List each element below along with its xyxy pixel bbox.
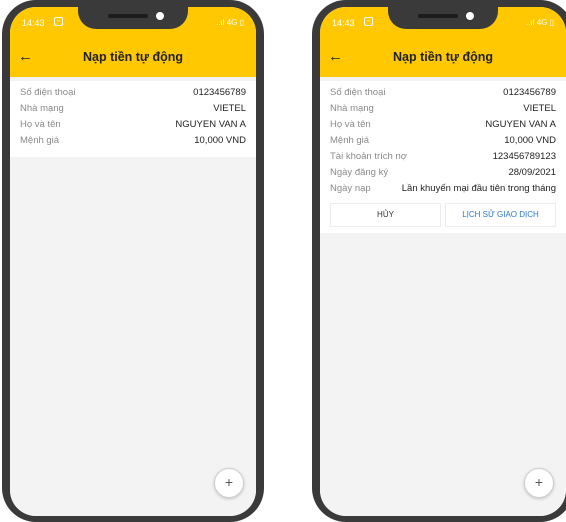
field-value: 10,000 VND [194, 135, 246, 146]
detail-card: Số điện thoại 0123456789 Nhà mạng VIETEL… [10, 81, 256, 157]
content-area: Số điện thoại 0123456789 Nhà mạng VIETEL… [320, 77, 566, 516]
transaction-history-button[interactable]: LỊCH SỬ GIAO DỊCH [445, 203, 556, 227]
field-label: Mệnh giá [20, 135, 60, 146]
list-item: Họ và tên NGUYEN VAN A [20, 119, 246, 131]
page-title: Nạp tiền tự động [392, 50, 493, 64]
phone-frame-right: 14:43 ▫ ..ıl 4G ▯ ← Nạp tiền tự động Số … [312, 0, 566, 522]
field-label: Số điện thoại [330, 87, 386, 98]
field-value: 0123456789 [193, 87, 246, 98]
phone-frame-left: 14:43 ▫ ..ıl 4G ▯ ← Nạp tiền tự động Số … [2, 0, 264, 522]
status-time: 14:43 [22, 18, 45, 28]
notch [388, 7, 498, 29]
speaker [418, 14, 458, 18]
field-value: VIETEL [213, 103, 246, 114]
app-bar: 14:43 ▫ ..ıl 4G ▯ ← Nạp tiền tự động [320, 7, 566, 77]
camera [156, 12, 164, 20]
camera [466, 12, 474, 20]
notification-icon: ▫ [364, 17, 373, 26]
field-label: Họ và tên [330, 119, 371, 130]
field-value: NGUYEN VAN A [485, 119, 556, 130]
field-value: 123456789123 [492, 151, 556, 162]
field-label: Ngày đăng ký [330, 167, 389, 178]
screen-left: 14:43 ▫ ..ıl 4G ▯ ← Nạp tiền tự động Số … [10, 7, 256, 516]
list-item: Họ và tên NGUYEN VAN A [330, 119, 556, 131]
screen-right: 14:43 ▫ ..ıl 4G ▯ ← Nạp tiền tự động Số … [320, 7, 566, 516]
app-bar: 14:43 ▫ ..ıl 4G ▯ ← Nạp tiền tự động [10, 7, 256, 77]
cancel-button[interactable]: HỦY [330, 203, 441, 227]
field-label: Nhà mạng [20, 103, 64, 114]
speaker [108, 14, 148, 18]
list-item: Tài khoản trích nợ 123456789123 [330, 151, 556, 163]
content-area: Số điện thoại 0123456789 Nhà mạng VIETEL… [10, 77, 256, 516]
list-item: Mệnh giá 10,000 VND [330, 135, 556, 147]
field-value: Lần khuyến mại đầu tiên trong tháng [401, 183, 556, 194]
notch [78, 7, 188, 29]
status-time: 14:43 [332, 18, 355, 28]
list-item: Số điện thoại 0123456789 [20, 87, 246, 99]
list-item: Nhà mạng VIETEL [330, 103, 556, 115]
list-item: Mệnh giá 10,000 VND [20, 135, 246, 147]
status-icons: ..ıl 4G ▯ [526, 18, 554, 27]
field-label: Số điện thoại [20, 87, 76, 98]
field-label: Họ và tên [20, 119, 61, 130]
add-button[interactable]: + [214, 468, 244, 498]
page-title: Nạp tiền tự động [82, 50, 183, 64]
field-value: 10,000 VND [504, 135, 556, 146]
add-button[interactable]: + [524, 468, 554, 498]
status-icons: ..ıl 4G ▯ [216, 18, 244, 27]
field-label: Ngày nạp [330, 183, 371, 194]
notification-icon: ▫ [54, 17, 63, 26]
list-item: Nhà mạng VIETEL [20, 103, 246, 115]
list-item: Số điện thoại 0123456789 [330, 87, 556, 99]
field-label: Tài khoản trích nợ [330, 151, 407, 162]
list-item: Ngày đăng ký 28/09/2021 [330, 167, 556, 179]
field-label: Mệnh giá [330, 135, 370, 146]
field-value: VIETEL [523, 103, 556, 114]
field-label: Nhà mạng [330, 103, 374, 114]
field-value: 28/09/2021 [508, 167, 556, 178]
list-item: Ngày nạp Lần khuyến mại đầu tiên trong t… [330, 183, 556, 195]
field-value: 0123456789 [503, 87, 556, 98]
field-value: NGUYEN VAN A [175, 119, 246, 130]
detail-card: Số điện thoại 0123456789 Nhà mạng VIETEL… [320, 81, 566, 233]
action-bar: HỦY LỊCH SỬ GIAO DỊCH [328, 203, 558, 227]
